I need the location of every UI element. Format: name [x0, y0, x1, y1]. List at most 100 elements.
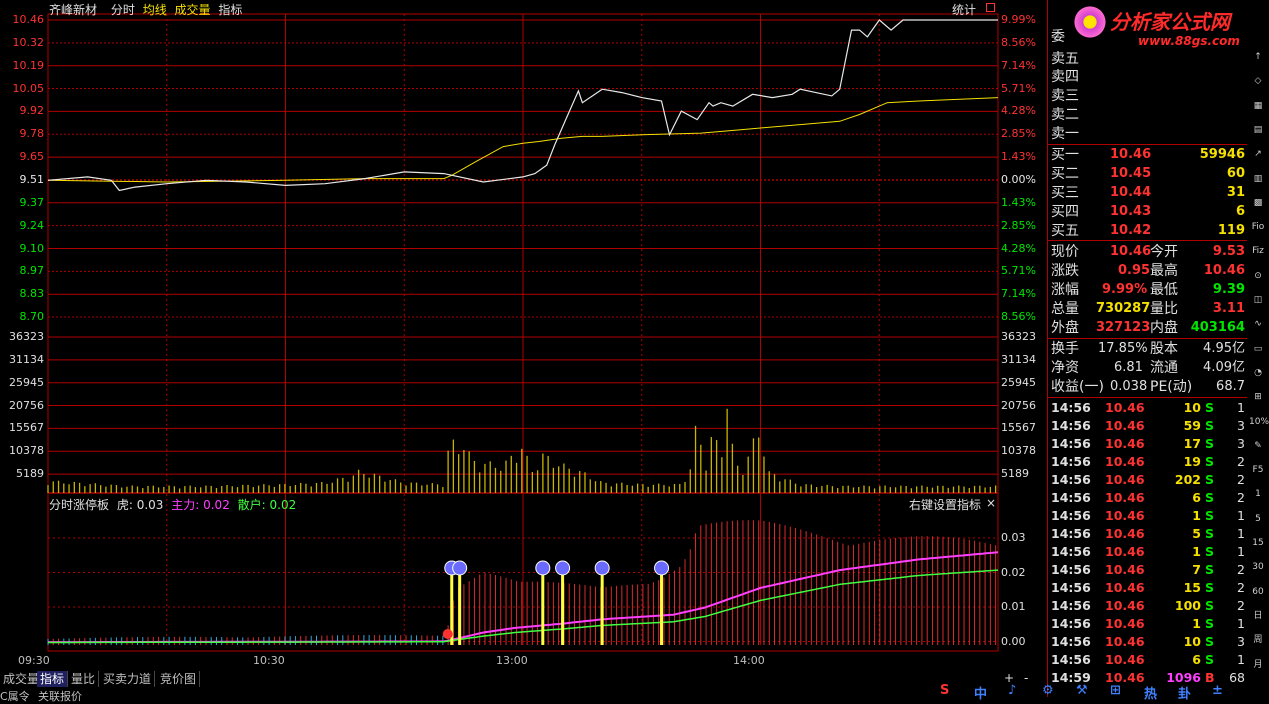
toolbar-button[interactable]: ◇ — [1249, 72, 1267, 90]
toolbar-button[interactable]: ↗ — [1249, 145, 1267, 163]
quote-row: 现价 10.46 今开 9.53 — [1051, 244, 1245, 260]
toolbar-button[interactable]: 1 — [1249, 485, 1267, 503]
volume-label[interactable]: 成交量 — [175, 3, 211, 17]
axis-label: 0.02 — [1001, 565, 1026, 579]
zoom-out-button[interactable]: - — [1024, 671, 1028, 685]
toolbar-button[interactable]: 月 — [1249, 656, 1267, 674]
toolbar-button[interactable]: 周 — [1249, 631, 1267, 649]
main-force-value: 主力: 0.02 — [171, 498, 230, 512]
status-icon[interactable]: 卦 — [1178, 683, 1191, 702]
sell-row[interactable]: 卖二 — [1048, 106, 1247, 124]
avg-label[interactable]: 均线 — [143, 3, 167, 17]
stats-button[interactable]: 统计 — [952, 1, 976, 18]
status-icon[interactable]: ⚙ — [1042, 683, 1054, 698]
tick-row[interactable]: 14:56 10.46 7 S 2 — [1048, 561, 1247, 579]
toolbar-button[interactable]: 5 — [1249, 510, 1267, 528]
buy-row[interactable]: 买五 10.42 119 — [1048, 222, 1247, 240]
sell-row[interactable]: 卖三 — [1048, 87, 1247, 105]
tick-row[interactable]: 14:56 10.46 6 S 2 — [1048, 489, 1247, 507]
main-chart-svg[interactable] — [0, 0, 1047, 670]
axis-label: 9.51 — [19, 172, 45, 186]
tick-row[interactable]: 14:56 10.46 5 S 1 — [1048, 525, 1247, 543]
axis-label: 8.56% — [1001, 35, 1036, 49]
status-icon[interactable]: ± — [1212, 683, 1223, 698]
toolbar-button[interactable]: ◫ — [1249, 291, 1267, 309]
tick-row[interactable]: 14:56 10.46 10 S 3 — [1048, 633, 1247, 651]
toolbar-button[interactable]: ◔ — [1249, 364, 1267, 382]
tab-indicator[interactable]: 指标 — [37, 671, 69, 687]
tab-auction[interactable]: 竞价图 — [157, 671, 201, 687]
buy-row[interactable]: 买一 10.46 59946 — [1048, 146, 1247, 164]
sell-row[interactable]: 卖一 — [1048, 125, 1247, 143]
buy-row[interactable]: 买四 10.43 6 — [1048, 203, 1247, 221]
tick-row[interactable]: 14:56 10.46 202 S 2 — [1048, 471, 1247, 489]
axis-label: 1.43% — [1001, 150, 1036, 164]
axis-label: 9.78 — [19, 127, 45, 141]
quote-row: 涨跌 0.95 最高 10.46 — [1051, 263, 1245, 279]
axis-label: 25945 — [1001, 375, 1036, 389]
buy-row[interactable]: 买三 10.44 31 — [1048, 184, 1247, 202]
signal-icon — [555, 560, 571, 576]
axis-label: 5.71% — [1001, 81, 1036, 95]
indicator-label[interactable]: 指标 — [218, 3, 242, 17]
toolbar-button[interactable]: ▭ — [1249, 340, 1267, 358]
toolbar-button[interactable]: F5 — [1249, 461, 1267, 479]
tick-list[interactable]: 14:56 10.46 10 S 1 14:56 10.46 59 S 3 14:56 10.46 17… — [1048, 399, 1247, 689]
sell-row[interactable]: 卖五 — [1048, 50, 1247, 68]
indicator-close-button[interactable]: × — [986, 496, 996, 510]
toolbar-button[interactable]: 日 — [1249, 607, 1267, 625]
toolbar-button[interactable]: 15 — [1249, 534, 1267, 552]
toolbar-button[interactable]: 10% — [1249, 413, 1269, 431]
tick-row[interactable]: 14:56 10.46 6 S 1 — [1048, 651, 1247, 669]
axis-label: 10378 — [9, 444, 44, 458]
tick-row[interactable]: 14:56 10.46 59 S 3 — [1048, 417, 1247, 435]
toolbar-button[interactable]: Fio — [1249, 218, 1267, 236]
axis-label: 10.05 — [12, 81, 45, 95]
axis-label: 7.14% — [1001, 287, 1036, 301]
tick-row[interactable]: 14:56 10.46 1 S 1 — [1048, 615, 1247, 633]
toolbar-button[interactable]: ⊞ — [1249, 388, 1267, 406]
tiger-value: 虎: 0.03 — [116, 498, 164, 512]
axis-label: 5189 — [1001, 467, 1029, 481]
status-icon[interactable]: ⚒ — [1076, 683, 1088, 698]
toolbar-button[interactable]: ✎ — [1249, 437, 1267, 455]
buy-row[interactable]: 买二 10.45 60 — [1048, 165, 1247, 183]
bottom-row2-item[interactable]: 关联报价 — [38, 688, 82, 704]
tab-buy-sell-force[interactable]: 买卖力道 — [100, 671, 156, 687]
toolbar-button[interactable]: ↑ — [1249, 48, 1267, 66]
axis-label: 9.10 — [19, 241, 45, 255]
axis-label: 4.28% — [1001, 241, 1036, 255]
tick-row[interactable]: 14:56 10.46 15 S 2 — [1048, 579, 1247, 597]
sell-row[interactable]: 卖四 — [1048, 68, 1247, 86]
status-icon[interactable]: 中 — [974, 683, 987, 702]
mode-label[interactable]: 分时 — [111, 3, 135, 17]
tab-volume-ratio[interactable]: 量比 — [68, 671, 100, 687]
toolbar-button[interactable]: 60 — [1249, 583, 1267, 601]
axis-label: 8.56% — [1001, 310, 1036, 324]
tick-row[interactable]: 14:56 10.46 17 S 3 — [1048, 435, 1247, 453]
status-icon[interactable]: ♪ — [1008, 683, 1016, 698]
axis-label: 36323 — [9, 330, 44, 343]
signal-icon — [535, 560, 551, 576]
toolbar-button[interactable]: ∿ — [1249, 315, 1267, 333]
tick-row[interactable]: 14:56 10.46 10 S 1 — [1048, 399, 1247, 417]
toolbar-button[interactable]: ⊙ — [1249, 267, 1267, 285]
axis-label: 9.92 — [19, 104, 45, 118]
toolbar-button[interactable]: ▦ — [1249, 97, 1267, 115]
signal-icon — [594, 560, 610, 576]
toolbar-button[interactable]: Fiz — [1249, 242, 1267, 260]
tick-row[interactable]: 14:56 10.46 1 S 1 — [1048, 543, 1247, 561]
tick-row[interactable]: 14:56 10.46 19 S 2 — [1048, 453, 1247, 471]
status-icon[interactable]: S — [940, 683, 949, 698]
bottom-row2-item[interactable]: C属令 — [0, 688, 30, 704]
toolbar-button[interactable]: ▩ — [1249, 194, 1267, 212]
tick-row[interactable]: 14:56 10.46 100 S 2 — [1048, 597, 1247, 615]
toolbar-button[interactable]: 30 — [1249, 558, 1267, 576]
right-click-hint[interactable]: 右键设置指标 — [909, 496, 981, 513]
status-icon[interactable]: 热 — [1144, 683, 1157, 702]
toolbar-button[interactable]: ▤ — [1249, 121, 1267, 139]
tick-row[interactable]: 14:56 10.46 1 S 1 — [1048, 507, 1247, 525]
toolbar-button[interactable]: ▥ — [1249, 170, 1267, 188]
status-icon[interactable]: ⊞ — [1110, 683, 1121, 698]
stats-toggle-icon[interactable] — [986, 3, 995, 12]
